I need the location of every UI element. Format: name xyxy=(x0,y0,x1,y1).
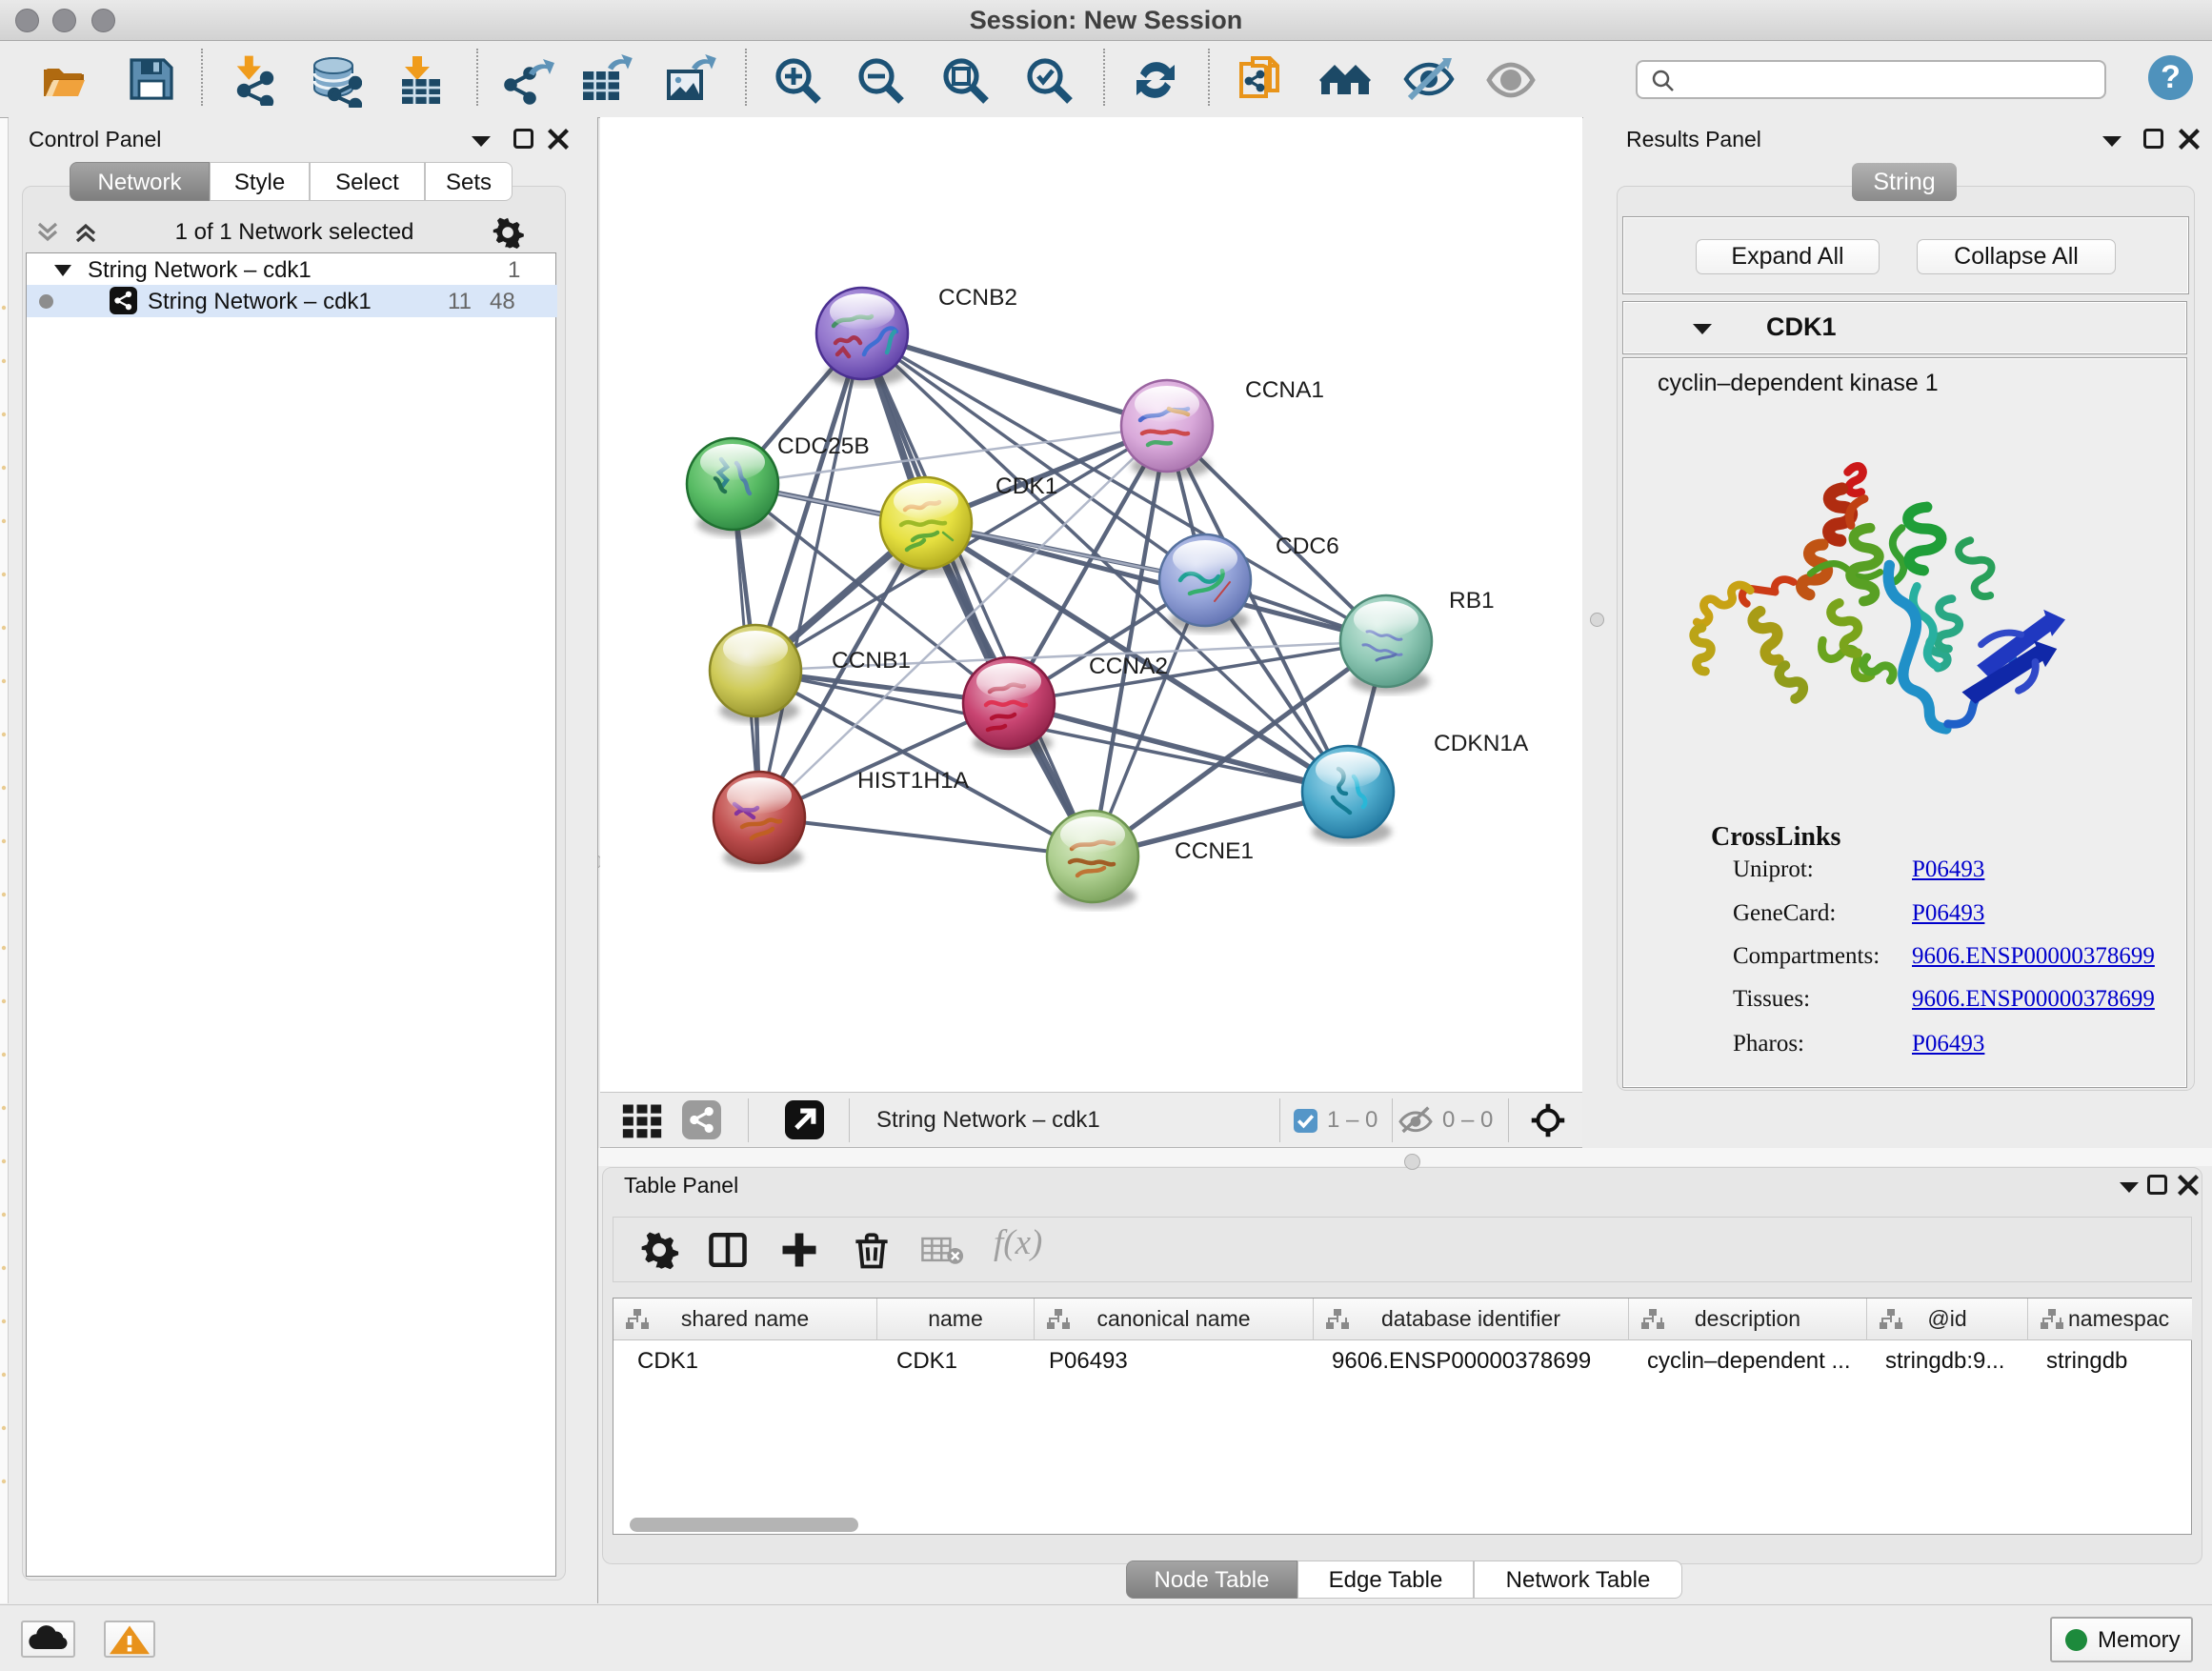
svg-text:CCNB1: CCNB1 xyxy=(832,648,911,674)
svg-text:CDC25B: CDC25B xyxy=(777,433,870,459)
svg-text:CDK1: CDK1 xyxy=(995,473,1057,499)
svg-text:CDKN1A: CDKN1A xyxy=(1434,731,1529,756)
svg-text:CCNB2: CCNB2 xyxy=(938,285,1017,311)
svg-text:CCNA2: CCNA2 xyxy=(1089,654,1168,679)
svg-text:CDC6: CDC6 xyxy=(1276,534,1339,559)
svg-text:CCNE1: CCNE1 xyxy=(1175,838,1254,864)
svg-text:CCNA1: CCNA1 xyxy=(1245,377,1324,403)
svg-text:HIST1H1A: HIST1H1A xyxy=(857,768,970,794)
svg-text:RB1: RB1 xyxy=(1449,588,1495,614)
